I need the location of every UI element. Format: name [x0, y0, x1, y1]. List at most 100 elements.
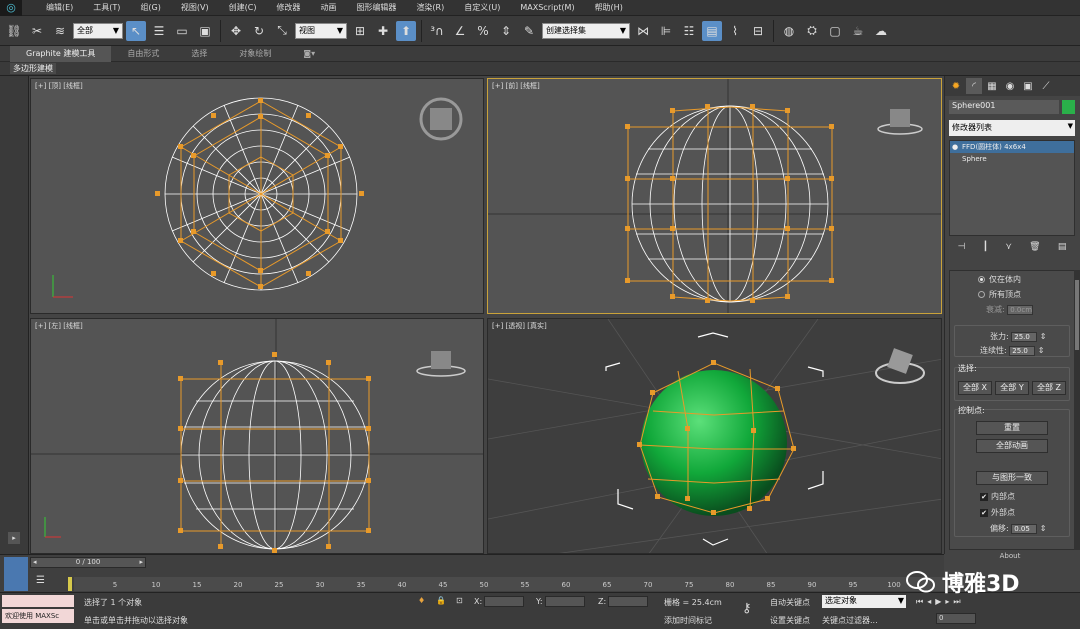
object-name-field[interactable]: Sphere001 — [949, 100, 1059, 114]
menu-rendering[interactable]: 渲染(R) — [406, 0, 454, 16]
curve-editor-icon[interactable]: ⌇ — [725, 21, 745, 41]
selection-lock-icon[interactable]: 🔒 — [436, 596, 446, 605]
y-coordinate[interactable]: Y: — [536, 596, 585, 608]
show-end-result-icon[interactable]: ┃ — [983, 242, 988, 252]
isolate-selection-icon[interactable]: ♦ — [418, 596, 425, 605]
menu-tools[interactable]: 工具(T) — [83, 0, 130, 16]
inside-only-option[interactable]: 仅在体内 — [978, 274, 1021, 285]
scene-explorer-icon[interactable]: ▤ — [702, 20, 722, 41]
mirror-icon[interactable]: ⋈ — [633, 21, 653, 41]
maxscript-mini-listener[interactable]: 欢迎使用 MAXSc — [2, 609, 74, 623]
menu-graph-editors[interactable]: 图形编辑器 — [346, 0, 406, 16]
menu-animation[interactable]: 动画 — [310, 0, 346, 16]
angle-snap-icon[interactable]: ∠ — [450, 21, 470, 41]
object-color-swatch[interactable] — [1062, 100, 1075, 114]
link-icon[interactable]: ⛓ — [4, 21, 24, 41]
z-coordinate[interactable]: Z: — [598, 596, 649, 608]
viewport-perspective[interactable]: [+] [透视] [真实] — [487, 318, 942, 554]
expand-arrow-icon[interactable]: ▸ — [8, 532, 20, 544]
select-all-z-button[interactable]: 全部 Z — [1032, 381, 1066, 395]
modifier-list-dropdown[interactable]: 修改器列表 — [949, 120, 1075, 136]
viewport-label[interactable]: [+] [左] [线框] — [35, 321, 83, 331]
key-icon[interactable]: ⚷ — [742, 601, 752, 616]
rendered-frame-icon[interactable]: ▢ — [825, 21, 845, 41]
key-filters-button[interactable]: 关键点过滤器... — [822, 615, 878, 626]
hierarchy-tab-icon[interactable]: ▦ — [984, 78, 1000, 94]
track-bar[interactable]: 5 10 15 20 25 30 35 40 45 50 55 60 65 70… — [68, 577, 944, 591]
continuity-spinner[interactable]: 25.0 — [1009, 345, 1036, 356]
conform-to-shape-button[interactable]: 与图形一致 — [976, 471, 1048, 485]
align-icon[interactable]: ⊫ — [656, 21, 676, 41]
menu-customize[interactable]: 自定义(U) — [454, 0, 510, 16]
select-manipulate-icon[interactable]: ✚ — [373, 21, 393, 41]
reset-button[interactable]: 重置 — [976, 421, 1048, 435]
bind-space-warp-icon[interactable]: ≋ — [50, 21, 70, 41]
mini-curve-editor-icon[interactable]: ☰ — [36, 575, 52, 589]
menu-create[interactable]: 创建(C) — [219, 0, 267, 16]
playback-controls[interactable]: ⏮◂▶▸⏭ — [916, 597, 965, 607]
maxscript-listener[interactable] — [2, 595, 74, 607]
make-unique-icon[interactable]: ⋎ — [1005, 242, 1012, 252]
panel-scrollbar[interactable] — [1074, 270, 1080, 550]
create-tab-icon[interactable]: ✹ — [948, 78, 964, 94]
all-vertices-option[interactable]: 所有顶点 — [978, 289, 1021, 300]
menu-help[interactable]: 帮助(H) — [585, 0, 633, 16]
selection-set-dropdown[interactable]: 选定对象 ▼ — [822, 595, 906, 608]
menu-edit[interactable]: 编辑(E) — [36, 0, 83, 16]
modify-tab-icon[interactable]: ◜ — [966, 78, 982, 94]
viewport-left[interactable]: [+] [左] [线框] — [30, 318, 484, 554]
named-selection-dropdown[interactable]: 创建选择集 ▼ — [542, 22, 630, 39]
tab-freeform[interactable]: 自由形式 — [111, 46, 175, 62]
scale-icon[interactable]: ⤡ — [272, 21, 292, 41]
stack-item-ffd[interactable]: ● FFD(圆柱体) 4x6x4 — [950, 141, 1074, 153]
pin-stack-icon[interactable]: ⊣ — [958, 242, 966, 252]
viewport-label[interactable]: [+] [透视] [真实] — [492, 321, 547, 331]
pivot-center-icon[interactable]: ⊞ — [350, 21, 370, 41]
menu-maxscript[interactable]: MAXScript(M) — [510, 0, 584, 16]
tab-object-paint[interactable]: 对象绘制 — [223, 46, 287, 62]
reference-coord-dropdown[interactable]: 视图 ▼ — [295, 22, 347, 39]
stack-item-sphere[interactable]: Sphere — [950, 153, 1074, 165]
tab-graphite-modeling[interactable]: Graphite 建模工具 — [10, 45, 112, 62]
percent-snap-icon[interactable]: % — [473, 21, 493, 41]
inside-points-checkbox[interactable]: ✔ 内部点 — [980, 491, 1015, 502]
viewport-top[interactable]: [+] [顶] [线框] — [30, 78, 484, 314]
menu-group[interactable]: 组(G) — [130, 0, 170, 16]
auto-key-button[interactable]: 自动关键点 — [770, 597, 810, 608]
viewport-layout-icon[interactable] — [4, 557, 28, 591]
unlink-icon[interactable]: ✂ — [27, 21, 47, 41]
spinner-snap-icon[interactable]: ⇕ — [496, 21, 516, 41]
selection-filter-dropdown[interactable]: 全部 ▼ — [73, 22, 123, 39]
render-setup-icon[interactable]: ⛭ — [802, 21, 822, 41]
polygon-modeling-label[interactable]: 多边形建模 — [10, 63, 56, 74]
select-all-y-button[interactable]: 全部 Y — [995, 381, 1029, 395]
rotate-icon[interactable]: ↻ — [249, 21, 269, 41]
snap-toggle-icon[interactable]: ³∩ — [427, 21, 447, 41]
set-key-button[interactable]: 设置关键点 — [770, 615, 810, 626]
move-icon[interactable]: ✥ — [226, 21, 246, 41]
tension-spinner[interactable]: 25.0 — [1011, 331, 1038, 342]
render-production-icon[interactable]: ☕ — [848, 21, 868, 41]
menu-views[interactable]: 视图(V) — [171, 0, 219, 16]
app-logo-icon[interactable]: ◎ — [0, 0, 22, 16]
layer-manager-icon[interactable]: ☷ — [679, 21, 699, 41]
display-tab-icon[interactable]: ▣ — [1020, 78, 1036, 94]
about-rollout[interactable]: About — [975, 552, 1045, 562]
outside-points-checkbox[interactable]: ✔ 外部点 — [980, 507, 1015, 518]
viewport-label[interactable]: [+] [顶] [线框] — [35, 81, 83, 91]
absolute-mode-icon[interactable]: ⊡ — [456, 596, 463, 605]
add-time-tag[interactable]: 添加时间标记 — [664, 615, 712, 626]
viewport-label[interactable]: [+] [前] [线框] — [492, 81, 540, 91]
select-all-x-button[interactable]: 全部 X — [958, 381, 992, 395]
edit-named-selection-icon[interactable]: ✎ — [519, 21, 539, 41]
remove-modifier-icon[interactable]: 🗑 — [1029, 242, 1040, 252]
current-frame-field[interactable]: 0 — [936, 613, 976, 624]
rect-selection-icon[interactable]: ▭ — [172, 21, 192, 41]
x-coordinate[interactable]: X: — [474, 596, 525, 608]
time-slider[interactable]: ◂ 0 / 100 ▸ — [30, 557, 146, 568]
offset-spinner[interactable]: 0.05 — [1011, 523, 1038, 534]
schematic-view-icon[interactable]: ⊟ — [748, 21, 768, 41]
render-iterative-icon[interactable]: ☁ — [871, 21, 891, 41]
ribbon-options-icon[interactable]: ◙▾ — [287, 46, 331, 62]
tab-selection[interactable]: 选择 — [175, 46, 223, 62]
